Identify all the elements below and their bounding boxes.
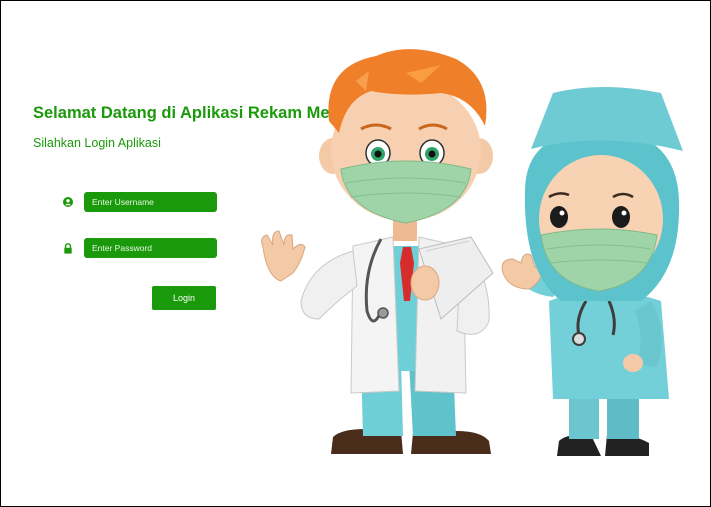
doctors-illustration	[261, 49, 683, 456]
nurse-figure	[501, 87, 683, 456]
page-subtitle: Silahkan Login Aplikasi	[33, 136, 161, 150]
password-row	[63, 238, 217, 258]
doctor-figure	[261, 49, 494, 454]
login-button[interactable]: Login	[152, 286, 216, 310]
username-input[interactable]	[84, 192, 217, 212]
username-row	[63, 192, 217, 212]
login-page: Selamat Datang di Aplikasi Rekam Medis S…	[0, 0, 711, 507]
lock-icon	[63, 242, 73, 254]
password-input[interactable]	[84, 238, 217, 258]
user-circle-icon	[63, 197, 73, 207]
